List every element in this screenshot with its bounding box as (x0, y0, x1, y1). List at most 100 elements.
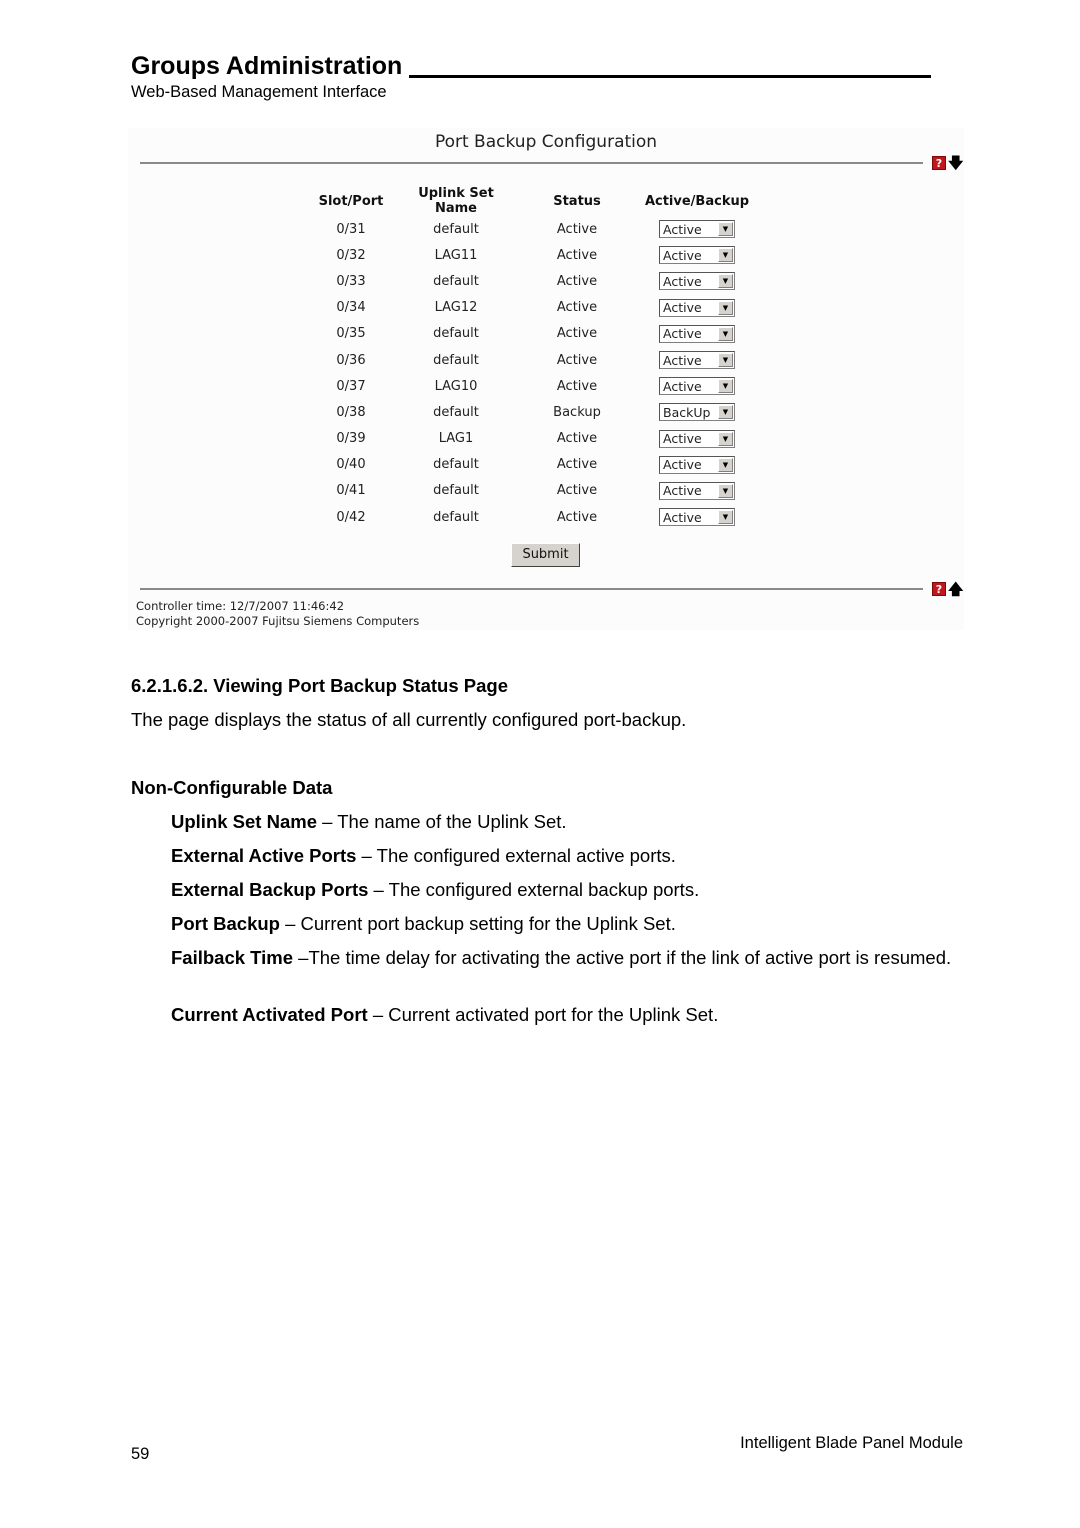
dropdown-arrow-icon[interactable]: ▼ (718, 457, 733, 472)
status-cell: Active (556, 300, 598, 316)
uplink-set-name-cell: LAG11 (434, 247, 478, 263)
table-row: 0/42 default Active Active ▼ (310, 504, 760, 530)
dropdown-arrow-icon[interactable]: ▼ (718, 274, 733, 289)
active-backup-select[interactable]: Active ▼ (659, 351, 735, 370)
table-row: 0/32 LAG11 Active Active ▼ (310, 242, 760, 268)
slot-port-cell: 0/35 (336, 326, 366, 342)
definition-desc: – Current port backup setting for the Up… (279, 913, 676, 934)
dropdown-arrow-icon[interactable]: ▼ (718, 353, 733, 368)
active-backup-select[interactable]: Active ▼ (659, 508, 735, 527)
arrow-up-icon[interactable]: 🡅 (948, 582, 963, 597)
dropdown-arrow-icon[interactable]: ▼ (718, 431, 733, 446)
active-backup-select[interactable]: Active ▼ (659, 272, 735, 291)
dropdown-arrow-icon[interactable]: ▼ (718, 300, 733, 315)
selected-value: Active (663, 300, 702, 316)
document-subtitle: Web-Based Management Interface (131, 83, 387, 101)
slot-port-cell: 0/38 (336, 404, 366, 420)
dropdown-arrow-icon[interactable]: ▼ (718, 483, 733, 498)
table-row: 0/33 default Active Active ▼ (310, 268, 760, 294)
submit-button[interactable]: Submit (511, 543, 580, 567)
uplink-set-name-cell: default (433, 352, 479, 368)
table-row: 0/35 default Active Active ▼ (310, 321, 760, 347)
dropdown-arrow-icon[interactable]: ▼ (718, 326, 733, 341)
slot-port-cell: 0/31 (336, 221, 366, 237)
table-row: 0/37 LAG10 Active Active ▼ (310, 373, 760, 399)
status-cell: Active (556, 247, 598, 263)
definition-external-active-ports: External Active Ports – The configured e… (171, 844, 963, 867)
definition-desc: –The time delay for activating the activ… (293, 947, 952, 968)
column-header-uplink-set-name: Uplink Set Name (418, 186, 494, 216)
active-backup-select[interactable]: Active ▼ (659, 298, 735, 317)
dropdown-arrow-icon[interactable]: ▼ (718, 222, 733, 237)
status-cell: Active (556, 483, 598, 499)
selected-value: Active (663, 431, 702, 447)
status-cell: Active (556, 221, 598, 237)
uplink-set-name-cell: default (433, 273, 479, 289)
uplink-set-name-cell: default (433, 326, 479, 342)
active-backup-cell: Active ▼ (634, 268, 760, 294)
selected-value: Active (663, 457, 702, 473)
selected-value: Active (663, 326, 702, 342)
active-backup-select[interactable]: Active ▼ (659, 455, 735, 474)
table-row: 0/39 LAG1 Active Active ▼ (310, 426, 760, 452)
dropdown-arrow-icon[interactable]: ▼ (718, 248, 733, 263)
active-backup-select[interactable]: Active ▼ (659, 246, 735, 265)
active-backup-select[interactable]: Active ▼ (659, 481, 735, 500)
definition-failback-time: Failback Time –The time delay for activa… (171, 946, 963, 969)
dropdown-arrow-icon[interactable]: ▼ (718, 405, 733, 420)
status-cell: Active (556, 326, 598, 342)
active-backup-select[interactable]: Active ▼ (659, 324, 735, 343)
slot-port-cell: 0/42 (336, 509, 366, 525)
page-number: 59 (131, 1445, 150, 1463)
column-header-slot-port: Slot/Port (318, 193, 384, 209)
status-cell: Active (556, 431, 598, 447)
port-backup-table: Slot/Port Uplink Set Name Status Active/… (310, 186, 760, 530)
non-configurable-heading: Non-Configurable Data (131, 777, 333, 798)
title-underline (409, 75, 931, 78)
footer-product-name: Intelligent Blade Panel Module (740, 1434, 963, 1452)
dropdown-arrow-icon[interactable]: ▼ (718, 510, 733, 525)
uplink-set-name-cell: default (433, 404, 479, 420)
active-backup-select[interactable]: BackUp ▼ (659, 403, 735, 422)
document-header: Groups Administration Web-Based Manageme… (131, 50, 931, 102)
active-backup-cell: BackUp ▼ (634, 399, 760, 425)
arrow-down-icon[interactable]: 🡇 (948, 156, 963, 171)
active-backup-select[interactable]: Active ▼ (659, 377, 735, 396)
status-cell: Active (556, 378, 598, 394)
help-icon[interactable]: ? (932, 582, 946, 596)
active-backup-cell: Active ▼ (634, 242, 760, 268)
section-intro: The page displays the status of all curr… (131, 709, 687, 730)
slot-port-cell: 0/33 (336, 273, 366, 289)
status-cell: Active (556, 457, 598, 473)
slot-port-cell: 0/40 (336, 457, 366, 473)
uplink-set-name-cell: LAG1 (438, 431, 474, 447)
active-backup-cell: Active ▼ (634, 504, 760, 530)
definition-desc: – The name of the Uplink Set. (317, 811, 567, 832)
slot-port-cell: 0/39 (336, 431, 366, 447)
definition-desc: – The configured external backup ports. (368, 879, 700, 900)
status-cell: Active (556, 273, 598, 289)
selected-value: Active (663, 509, 702, 525)
active-backup-select[interactable]: Active ▼ (659, 220, 735, 239)
definition-term: Uplink Set Name (171, 811, 317, 832)
slot-port-cell: 0/41 (336, 483, 366, 499)
definition-desc: – The configured external active ports. (356, 845, 676, 866)
uplink-set-name-cell: default (433, 483, 479, 499)
help-icon[interactable]: ? (932, 156, 946, 170)
active-backup-cell: Active ▼ (634, 452, 760, 478)
slot-port-cell: 0/37 (336, 378, 366, 394)
bottom-nav-icons: ? 🡅 (932, 582, 963, 597)
uplink-set-name-cell: LAG12 (434, 300, 478, 316)
dropdown-arrow-icon[interactable]: ▼ (718, 379, 733, 394)
selected-value: BackUp (663, 404, 711, 420)
top-nav-icons: ? 🡇 (932, 156, 963, 171)
selected-value: Active (663, 378, 702, 394)
uplink-set-name-cell: LAG10 (434, 378, 478, 394)
active-backup-select[interactable]: Active ▼ (659, 429, 735, 448)
table-header-row: Slot/Port Uplink Set Name Status Active/… (310, 186, 760, 216)
table-row: 0/40 default Active Active ▼ (310, 452, 760, 478)
definition-external-backup-ports: External Backup Ports – The configured e… (171, 878, 963, 901)
selected-value: Active (663, 247, 702, 263)
active-backup-cell: Active ▼ (634, 321, 760, 347)
copyright-text: Copyright 2000-2007 Fujitsu Siemens Comp… (136, 614, 420, 628)
